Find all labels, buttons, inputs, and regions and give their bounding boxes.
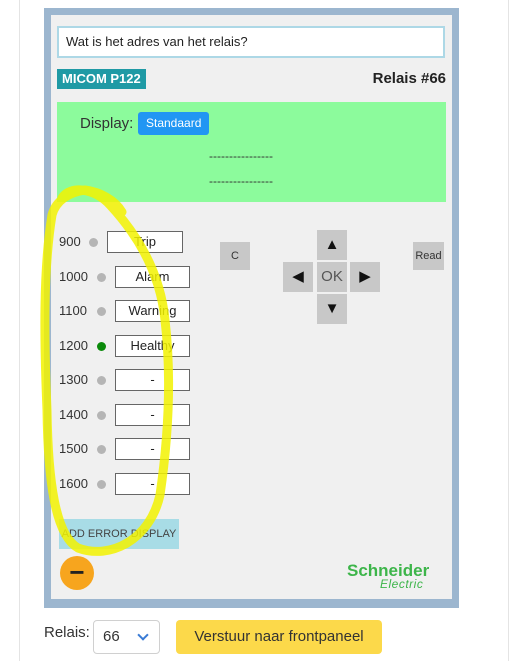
led-label-field[interactable]: Trip xyxy=(107,231,183,253)
led-code: 1100 xyxy=(59,303,87,318)
led-label-field[interactable]: - xyxy=(115,369,190,391)
down-arrow-key[interactable]: ▼ xyxy=(317,294,347,324)
led-code: 1600 xyxy=(59,476,88,491)
ok-key[interactable]: OK xyxy=(317,262,347,292)
led-label-field[interactable]: Warning xyxy=(115,300,190,322)
led-label-field[interactable]: - xyxy=(115,473,190,495)
led-code: 1200 xyxy=(59,338,88,353)
led-label-field[interactable]: - xyxy=(115,438,190,460)
model-badge: MICOM P122 xyxy=(57,69,146,89)
schneider-electric-logo: Schneider Electric xyxy=(347,561,447,593)
led-code: 1400 xyxy=(59,407,88,422)
led-row: 1100 Warning xyxy=(59,300,199,322)
relais-label: Relais: xyxy=(44,624,90,641)
clear-key[interactable]: C xyxy=(220,242,250,270)
relay-title: Relais #66 xyxy=(372,70,446,87)
led-indicator-icon xyxy=(97,411,106,420)
send-to-frontpanel-button[interactable]: Verstuur naar frontpaneel xyxy=(176,620,382,654)
led-indicator-icon xyxy=(97,480,106,489)
led-row: 1300 - xyxy=(59,369,199,391)
display-line-2: ---------------- xyxy=(209,174,273,188)
display-mode-button[interactable]: Standaard xyxy=(138,112,210,135)
led-code: 1300 xyxy=(59,372,88,387)
led-indicator-icon xyxy=(89,238,98,247)
relais-select-value: 66 xyxy=(103,628,120,645)
display-label: Display: xyxy=(80,115,134,132)
led-row: 1600 - xyxy=(59,473,199,495)
up-arrow-key[interactable]: ▲ xyxy=(317,230,347,260)
left-border xyxy=(19,0,20,661)
logo-line-2: Electric xyxy=(380,577,424,591)
led-indicator-icon xyxy=(97,342,106,351)
led-row: 900 Trip xyxy=(59,231,199,253)
led-indicator-icon xyxy=(97,273,106,282)
led-row: 1200 Healthy xyxy=(59,335,199,357)
led-code: 900 xyxy=(59,234,81,249)
add-error-display-button[interactable]: ADD ERROR DISPLAY xyxy=(59,519,179,549)
remove-button[interactable]: − xyxy=(60,556,94,590)
led-indicator-icon xyxy=(97,376,106,385)
read-key[interactable]: Read xyxy=(413,242,444,270)
display-line-1: ---------------- xyxy=(209,149,273,163)
led-row: 1000 Alarm xyxy=(59,266,199,288)
relais-select[interactable]: 66 xyxy=(93,620,160,654)
question-field[interactable]: Wat is het adres van het relais? xyxy=(57,26,445,58)
led-label-field[interactable]: Alarm xyxy=(115,266,190,288)
led-indicator-icon xyxy=(97,307,106,316)
led-row: 1400 - xyxy=(59,404,199,426)
led-code: 1000 xyxy=(59,269,88,284)
led-label-field[interactable]: Healthy xyxy=(115,335,190,357)
chevron-down-icon xyxy=(137,629,149,641)
right-border xyxy=(508,0,509,661)
led-label-field[interactable]: - xyxy=(115,404,190,426)
led-indicator-icon xyxy=(97,445,106,454)
left-arrow-key[interactable]: ◀ xyxy=(283,262,313,292)
led-row: 1500 - xyxy=(59,438,199,460)
led-code: 1500 xyxy=(59,441,88,456)
right-arrow-key[interactable]: ▶ xyxy=(350,262,380,292)
